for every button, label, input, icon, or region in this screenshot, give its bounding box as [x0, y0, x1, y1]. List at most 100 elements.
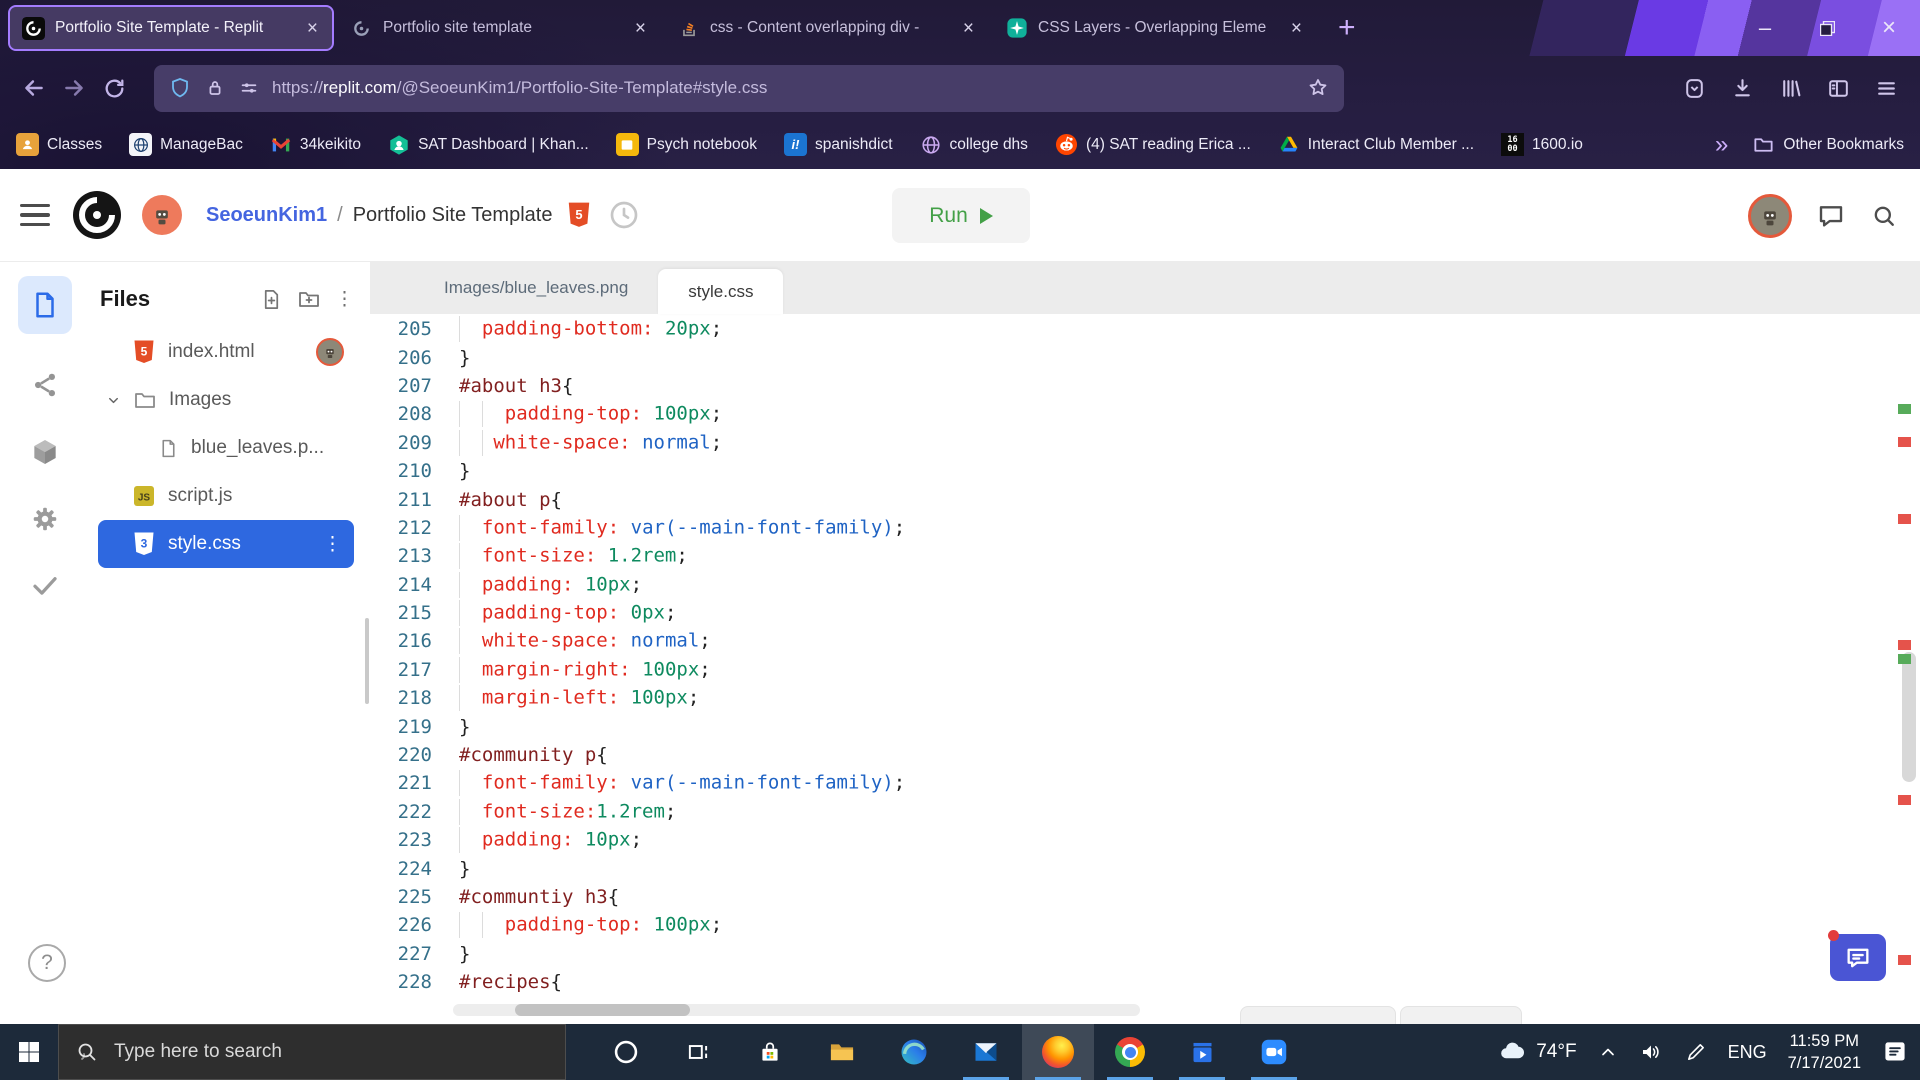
line-number: 222	[397, 800, 432, 823]
taskbar-search-input[interactable]: Type here to search	[58, 1024, 566, 1080]
clock[interactable]: 11:59 PM 7/17/2021	[1788, 1030, 1861, 1075]
run-button[interactable]: Run	[892, 188, 1030, 243]
date-label: 7/17/2021	[1787, 1054, 1861, 1072]
breadcrumb-project[interactable]: Portfolio Site Template	[353, 204, 553, 227]
browser-tab[interactable]: css - Content overlapping div - ×	[666, 7, 988, 49]
file-tree-item-script-js[interactable]: JS script.js	[90, 472, 370, 520]
bookmark-item[interactable]: college dhs	[920, 134, 1028, 156]
bookmark-item[interactable]: i! spanishdict	[783, 133, 893, 156]
line-number: 220	[397, 744, 432, 767]
minimize-button[interactable]: –	[1734, 0, 1796, 56]
tab-close-icon[interactable]: ×	[957, 19, 980, 38]
browser-tab[interactable]: Portfolio Site Template - Replit ×	[8, 5, 334, 51]
pen-icon[interactable]	[1684, 1041, 1707, 1064]
taskbar-app-zoomapp[interactable]	[1238, 1024, 1310, 1080]
breadcrumb-username[interactable]: SeoeunKim1	[206, 204, 327, 227]
editor-tab[interactable]: Images/blue_leaves.png	[414, 262, 658, 314]
restore-button[interactable]	[1796, 0, 1858, 56]
chat-fab-button[interactable]	[1828, 930, 1886, 981]
weather-widget[interactable]: 74°F	[1497, 1037, 1577, 1067]
html5-file-icon: 5	[132, 339, 156, 365]
files-scrollbar[interactable]	[365, 618, 369, 704]
tray-chevron-up-icon[interactable]	[1598, 1042, 1618, 1062]
start-button[interactable]	[0, 1024, 58, 1080]
user-avatar[interactable]	[142, 195, 182, 235]
checkmark-icon[interactable]	[30, 570, 60, 600]
reload-icon[interactable]	[94, 68, 134, 108]
file-kebab-icon[interactable]: ⋮	[323, 535, 342, 554]
taskbar-app-movies[interactable]	[1166, 1024, 1238, 1080]
language-indicator[interactable]: ENG	[1728, 1042, 1767, 1063]
collapsed-panel[interactable]	[1400, 1006, 1522, 1024]
url-bar[interactable]: https://replit.com/@SeoeunKim1/Portfolio…	[154, 64, 1344, 112]
action-center-icon[interactable]	[1882, 1039, 1908, 1065]
browser-tab[interactable]: Portfolio site template ×	[338, 7, 660, 49]
tab-close-icon[interactable]: ×	[629, 19, 652, 38]
file-tree-item-images[interactable]: Images	[90, 376, 370, 424]
permissions-sliders-icon[interactable]	[238, 77, 260, 99]
back-icon[interactable]	[14, 68, 54, 108]
chat-icon[interactable]	[1816, 201, 1846, 231]
bookmark-star-icon[interactable]	[1306, 76, 1330, 100]
taskbar-app-edge[interactable]	[878, 1024, 950, 1080]
browser-tab[interactable]: CSS Layers - Overlapping Eleme ×	[994, 7, 1316, 49]
bookmark-item[interactable]: SAT Dashboard | Khan...	[388, 134, 589, 156]
code-editor[interactable]: 205 padding-bottom: 20px; 206} 207 #about h…	[370, 315, 1886, 1000]
bookmarks-overflow-chevron[interactable]: »	[1715, 131, 1728, 159]
forward-icon[interactable]	[54, 68, 94, 108]
bookmark-item[interactable]: (4) SAT reading Erica ...	[1055, 133, 1251, 156]
taskbar-app-taskview[interactable]	[662, 1024, 734, 1080]
file-tree-item-style-css[interactable]: 3 style.css ⋮	[98, 520, 354, 568]
file-tree-item-index-html[interactable]: 5 index.html	[90, 328, 370, 376]
bookmark-item[interactable]: Classes	[16, 133, 102, 156]
presence-avatar[interactable]	[1748, 193, 1792, 238]
taskbar-app-store[interactable]	[734, 1024, 806, 1080]
library-icon[interactable]	[1770, 68, 1810, 108]
bookmark-item[interactable]: ManageBac	[129, 133, 243, 156]
collapsed-panel[interactable]	[1240, 1006, 1396, 1024]
taskbar-app-chrome[interactable]	[1094, 1024, 1166, 1080]
replit-menu-icon[interactable]	[20, 203, 50, 227]
editor-tab[interactable]: style.css	[658, 269, 784, 314]
search-icon[interactable]	[1870, 202, 1898, 230]
version-control-icon[interactable]	[30, 370, 60, 400]
settings-gear-icon[interactable]	[30, 504, 60, 534]
tab-close-icon[interactable]: ×	[1285, 19, 1308, 38]
play-icon	[979, 207, 993, 224]
menu-hamburger-icon[interactable]	[1866, 68, 1906, 108]
other-bookmarks-button[interactable]: Other Bookmarks	[1752, 133, 1904, 156]
code-line: 219}	[370, 712, 1886, 740]
bookmark-item[interactable]: Psych notebook	[615, 133, 757, 156]
editor-vertical-scrollbar[interactable]	[1902, 652, 1916, 782]
help-button[interactable]: ?	[28, 944, 66, 982]
close-button[interactable]: ×	[1858, 0, 1920, 56]
bookmark-item[interactable]: 34keikito	[270, 134, 361, 156]
volume-icon[interactable]	[1639, 1040, 1663, 1064]
store-icon	[757, 1039, 783, 1065]
bookmark-item[interactable]: Interact Club Member ...	[1278, 134, 1474, 156]
bookmark-item[interactable]: 16 00 1600.io	[1501, 133, 1583, 156]
packages-icon[interactable]	[29, 436, 61, 468]
files-rail-button[interactable]	[18, 276, 72, 334]
taskbar-app-explorer[interactable]	[806, 1024, 878, 1080]
tab-close-icon[interactable]: ×	[301, 19, 324, 38]
history-icon[interactable]	[608, 199, 640, 231]
taskbar-app-firefox[interactable]	[1022, 1024, 1094, 1080]
protections-icon[interactable]	[1674, 68, 1714, 108]
reddit-icon	[1055, 133, 1078, 156]
add-file-icon[interactable]	[260, 288, 283, 311]
add-folder-icon[interactable]	[297, 287, 321, 311]
file-tree-item-blue-leaves-p-[interactable]: blue_leaves.p...	[90, 424, 370, 472]
files-menu-kebab-icon[interactable]: ⋮	[335, 290, 354, 309]
taskbar-app-cortana[interactable]	[590, 1024, 662, 1080]
new-tab-button[interactable]: +	[1338, 13, 1356, 43]
chevron-down-icon[interactable]	[106, 393, 121, 408]
lock-icon[interactable]	[204, 77, 226, 99]
url-text[interactable]: https://replit.com/@SeoeunKim1/Portfolio…	[272, 78, 1294, 98]
downloads-icon[interactable]	[1722, 68, 1762, 108]
taskbar-app-mail[interactable]	[950, 1024, 1022, 1080]
sidebar-toggle-icon[interactable]	[1818, 68, 1858, 108]
replit-logo[interactable]	[72, 190, 122, 240]
editor-horizontal-scrollbar[interactable]	[453, 1004, 1140, 1016]
tracking-shield-icon[interactable]	[168, 76, 192, 100]
